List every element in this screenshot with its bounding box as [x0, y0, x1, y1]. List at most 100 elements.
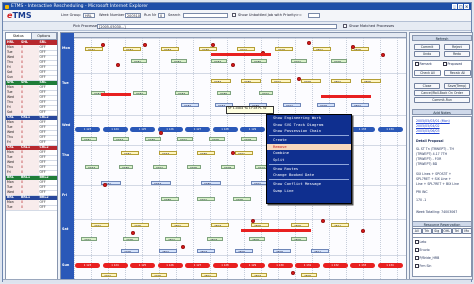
conflict-marker-icon[interactable] — [291, 271, 295, 275]
resource-tab[interactable]: All — [412, 228, 422, 234]
resource-item[interactable]: Leto — [415, 240, 473, 245]
possession-block[interactable]: -9786 — [199, 47, 217, 51]
conflict-marker-icon[interactable] — [321, 219, 325, 223]
possession-block[interactable]: -9796 — [331, 59, 347, 63]
possession-block[interactable]: -9783 — [211, 79, 231, 83]
possession-block[interactable]: -2795 — [151, 273, 167, 277]
run-nr-input[interactable]: 0 — [158, 12, 165, 18]
conflict-marker-icon[interactable] — [211, 43, 215, 47]
possession-block[interactable]: -2811 — [311, 249, 329, 253]
status-row[interactable]: Tue 0 OFF — [6, 205, 57, 211]
possession-block[interactable]: -2795 — [131, 223, 149, 227]
possession-block[interactable]: -0386 — [145, 137, 161, 141]
minimize-icon[interactable]: _ — [452, 4, 457, 9]
proposed-checkbox[interactable] — [443, 62, 447, 66]
show-unbottled-checkbox[interactable] — [232, 13, 236, 17]
conflict-marker-icon[interactable] — [231, 151, 235, 155]
resource-tab[interactable]: OHL — [442, 228, 452, 234]
conflict-marker-icon[interactable] — [381, 53, 385, 57]
possession-block[interactable]: -2795 — [123, 237, 139, 241]
tab-options[interactable]: Options — [31, 33, 57, 39]
possession-block[interactable]: -9783 — [211, 59, 227, 63]
conflict-marker-icon[interactable] — [101, 43, 105, 47]
possession-block[interactable]: -9791 — [237, 47, 255, 51]
possession-block[interactable]: -2806 — [249, 237, 265, 241]
possession-block[interactable]: -0391 — [153, 165, 167, 169]
possession-block[interactable]: -0386 — [201, 181, 221, 185]
possession-block[interactable]: -9801 — [351, 103, 369, 107]
possession-block[interactable]: -2795 — [121, 249, 139, 253]
resource-checkbox[interactable] — [415, 256, 419, 260]
info-link-1[interactable]: 2005/05/03/01 (Mon) — [416, 119, 474, 124]
possession-block[interactable]: -0395 — [233, 197, 251, 201]
track-segment[interactable]: 1 134 — [377, 127, 403, 132]
track-segment[interactable]: 1 129 — [240, 263, 265, 268]
possession-block[interactable]: -2806 — [251, 223, 269, 227]
menu-item[interactable]: Swap Line — [267, 188, 351, 195]
week-number-input[interactable]: 200510 — [125, 12, 141, 18]
track-segment[interactable]: 1 130 — [267, 263, 293, 268]
possession-block[interactable]: -2809 — [273, 249, 291, 253]
possession-block[interactable]: -2801 — [165, 237, 181, 241]
possession-block[interactable]: -2806 — [235, 249, 253, 253]
possession-block[interactable]: -0363 — [151, 181, 171, 185]
possession-block[interactable]: -0391 — [177, 137, 193, 141]
resource-checkbox[interactable] — [415, 240, 419, 244]
conflict-marker-icon[interactable] — [116, 63, 120, 67]
resource-tab[interactable]: Trk — [422, 228, 432, 234]
conflict-marker-icon[interactable] — [231, 63, 235, 67]
possession-block[interactable]: -9786 — [217, 91, 231, 95]
menu-item[interactable]: Change Booked Date — [267, 172, 351, 179]
maximize-icon[interactable]: □ — [458, 4, 463, 9]
possession-block[interactable]: -9782 — [123, 47, 141, 51]
possession-block[interactable]: -2811 — [331, 223, 349, 227]
possession-block[interactable]: -2801 — [171, 223, 189, 227]
remark-checkbox[interactable] — [415, 62, 419, 66]
possession-block[interactable]: -2809 — [291, 237, 307, 241]
save-temp-button[interactable]: Save(Temp) — [444, 83, 470, 89]
resource-checkbox[interactable] — [415, 264, 419, 268]
possession-block[interactable]: -0391 — [197, 197, 215, 201]
conflict-marker-icon[interactable] — [297, 77, 301, 81]
possession-block[interactable]: -9791 — [259, 91, 273, 95]
tab-status[interactable]: Status — [6, 33, 32, 39]
track-segment[interactable]: 1 127 — [185, 127, 210, 132]
track-segment[interactable]: 1 129 — [240, 127, 265, 132]
track-segment[interactable]: 1 133 — [350, 263, 375, 268]
resource-tab[interactable]: Tel — [452, 228, 462, 234]
possession-block[interactable]: -0381 — [121, 151, 139, 155]
possession-block[interactable]: -2803 — [207, 237, 223, 241]
possession-block[interactable]: -0395 — [209, 137, 225, 141]
possession-block[interactable]: -0395 — [187, 165, 201, 169]
possession-block[interactable]: -9791 — [291, 59, 307, 63]
possession-block[interactable]: -9801 — [331, 79, 351, 83]
schedule-grid[interactable]: Mon Tue Wed Thu Fri Sat Sun 1 123 1 124 1 125 1 1… — [60, 32, 407, 280]
conflict-marker-icon[interactable] — [361, 229, 365, 233]
possession-block[interactable]: -2791 — [81, 237, 97, 241]
track-segment[interactable]: 1 124 — [102, 127, 128, 132]
possession-block[interactable]: -9791 — [271, 79, 291, 83]
track-segment[interactable]: 1 133 — [350, 127, 375, 132]
possession-block[interactable]: -9781 — [85, 47, 103, 51]
track-segment[interactable]: 1 126 — [157, 263, 183, 268]
menu-item[interactable]: Show Possession Chain — [267, 128, 351, 135]
pick-processes-field[interactable]: [2005-05030...] — [97, 23, 337, 29]
possession-block[interactable]: -0363 — [113, 137, 129, 141]
recalc-all-button[interactable]: Recalc All — [444, 70, 471, 76]
track-segment[interactable]: 1 128 — [212, 263, 238, 268]
close-button[interactable]: Close — [414, 83, 440, 89]
possession-block[interactable]: -0386 — [197, 151, 215, 155]
possession-block[interactable]: -2803 — [211, 223, 229, 227]
possession-block[interactable]: -2801 — [201, 273, 217, 277]
conflict-marker-icon[interactable] — [143, 43, 147, 47]
possession-block[interactable]: -9791 — [283, 103, 301, 107]
track-segment[interactable]: 1 123 — [75, 263, 100, 268]
conflict-marker-icon[interactable] — [307, 41, 311, 45]
possession-block[interactable]: -2801 — [159, 249, 177, 253]
possession-block[interactable]: -9786 — [251, 59, 267, 63]
track-segment[interactable]: 1 131 — [295, 263, 320, 268]
conflict-marker-icon[interactable] — [351, 45, 355, 49]
possession-block[interactable]: -9782 — [171, 59, 187, 63]
track-segment[interactable]: 1 127 — [185, 263, 210, 268]
check-all-button[interactable]: Check All — [414, 70, 441, 76]
